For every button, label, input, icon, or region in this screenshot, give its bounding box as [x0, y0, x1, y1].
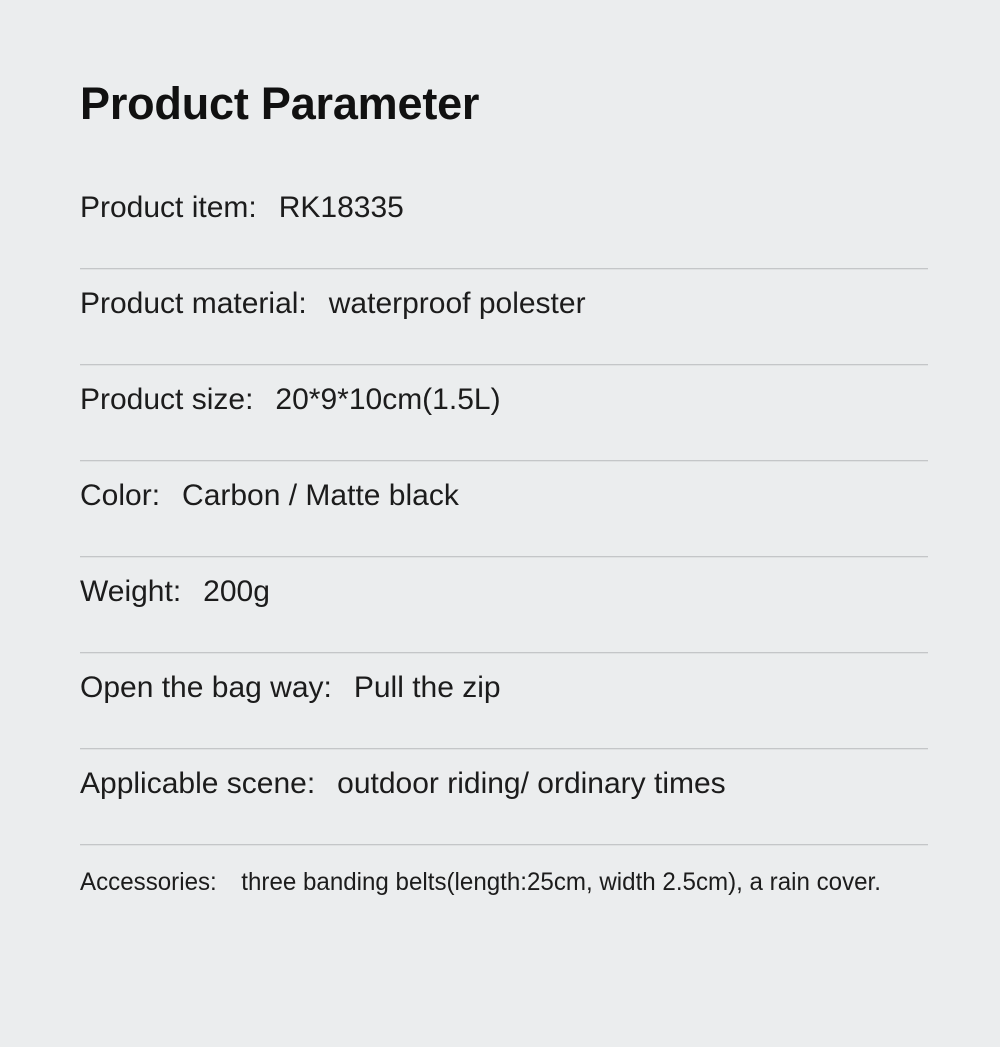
spec-list: Product item: RK18335 Product material: … [80, 174, 928, 918]
spec-value: 200g [203, 575, 270, 608]
spec-label: Accessories: [80, 868, 217, 896]
spec-row-weight: Weight: 200g [80, 558, 928, 654]
spec-label: Product item: [80, 191, 257, 224]
spec-label: Product material: [80, 287, 307, 320]
spec-row-open-the-bag-way: Open the bag way: Pull the zip [80, 654, 928, 750]
page-title: Product Parameter [80, 78, 480, 129]
spec-label: Open the bag way: [80, 671, 332, 704]
product-parameter-card: Product Parameter Product item: RK18335 … [80, 78, 928, 918]
spec-row-product-item: Product item: RK18335 [80, 174, 928, 270]
spec-value: RK18335 [278, 191, 404, 224]
spec-value: 20*9*10cm(1.5L) [275, 383, 501, 416]
product-parameter-page: Product Parameter Product item: RK18335 … [0, 0, 1000, 1047]
spec-row-product-size: Product size: 20*9*10cm(1.5L) [80, 366, 928, 462]
spec-row-applicable-scene: Applicable scene: outdoor riding/ ordina… [80, 750, 928, 846]
spec-value: waterproof polester [328, 287, 586, 320]
spec-row-product-material: Product material: waterproof polester [80, 270, 928, 366]
spec-label: Weight: [80, 575, 182, 608]
spec-value: outdoor riding/ ordinary times [337, 767, 726, 800]
spec-row-color: Color: Carbon / Matte black [80, 462, 928, 558]
spec-value: Pull the zip [353, 671, 501, 704]
spec-value: Carbon / Matte black [182, 479, 459, 512]
spec-value: three banding belts(length:25cm, width 2… [241, 868, 881, 896]
spec-label: Color: [80, 479, 161, 512]
spec-label: Applicable scene: [80, 767, 316, 800]
spec-label: Product size: [80, 383, 254, 416]
spec-row-accessories: Accessories: three banding belts(length:… [80, 846, 928, 918]
